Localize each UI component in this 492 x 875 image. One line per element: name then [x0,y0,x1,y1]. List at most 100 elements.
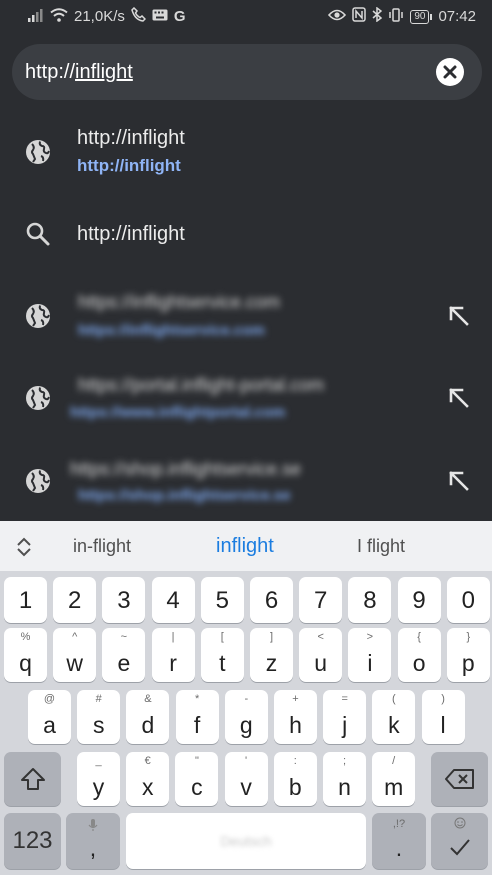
key-label: s [92,712,105,738]
period-key[interactable]: ,!? . [372,813,426,869]
globe-icon [26,386,50,410]
key-2[interactable]: 2 [53,577,97,623]
key-label: p [461,650,475,676]
key-label: n [338,774,351,800]
key-alt-label: | [171,631,175,643]
key-label: 2 [68,587,82,614]
globe-icon [26,304,50,328]
key-j[interactable]: = j [323,690,367,744]
bluetooth-icon [372,6,383,26]
nfc-icon [352,7,367,26]
status-bar: 21,0K/s G 90 07:42 [0,0,492,34]
key-k[interactable]: (k [372,690,416,744]
key-3[interactable]: 3 [102,577,146,623]
key-alt-label: > [366,631,374,643]
url-selected-text: inflight [75,61,133,83]
globe-icon [26,140,50,164]
key-9[interactable]: 9 [397,577,441,623]
globe-icon [26,469,50,493]
backspace-key[interactable] [431,752,488,806]
search-icon [26,222,50,246]
url-bar[interactable]: http://inflight [12,44,482,100]
arrow-up-left-icon[interactable] [446,303,472,329]
suggestion-url: https://inflightservice.com [78,322,265,339]
keyboard-suggestion-primary[interactable]: inflight [216,535,274,558]
suggestion-title: https://shop.inflightservice.se [70,459,302,479]
key-label: z [265,650,278,676]
key-q[interactable]: % q [4,628,47,682]
clock: 07:42 [438,8,476,25]
key-d[interactable]: & d [126,690,170,744]
key-s[interactable]: # s [77,690,121,744]
key-0[interactable]: 0 [446,577,490,623]
keyboard-suggestion[interactable]: in-flight [73,536,131,557]
keyboard-suggestion[interactable]: I flight [357,536,405,557]
key-6[interactable]: 6 [250,577,293,623]
arrow-up-left-icon[interactable] [446,385,472,411]
arrow-up-left-icon[interactable] [446,468,472,494]
key-m[interactable]: / m [372,752,416,806]
backspace-icon [444,769,474,789]
space-language-label: Deutsch [220,833,272,849]
key-y[interactable]: _ y [77,752,120,806]
key-label: y [92,774,105,800]
key-alt-label: ( [392,693,396,705]
key-alt-label: ~ [120,631,128,643]
key-e[interactable]: ~ e [102,628,146,682]
suggestion-row[interactable]: https://portal.inflight-portal.com https… [0,366,492,432]
key-5[interactable]: 5 [200,577,244,623]
space-key[interactable]: Deutsch [126,813,366,869]
key-f[interactable]: * f [175,690,219,744]
key-alt-label: * [194,693,200,705]
key-alt-label: + [292,693,299,705]
key-alt-label: ) [441,693,445,705]
key-v[interactable]: ' v [224,752,268,806]
key-l[interactable]: ) l [421,690,465,744]
key-i[interactable]: > i [348,628,392,682]
key-r[interactable]: | r [151,628,195,682]
key-8[interactable]: 8 [348,577,392,623]
key-1[interactable]: 1 [4,577,47,623]
expand-icon[interactable] [12,535,36,559]
key-label: 4 [166,587,180,614]
key-b[interactable]: :b [273,752,317,806]
key-w[interactable]: ^ w [53,628,97,682]
key-o[interactable]: {o [397,628,441,682]
url-input[interactable]: http://inflight [25,61,133,84]
key-t[interactable]: [t [200,628,244,682]
key-label: e [117,650,131,676]
suggestion-row[interactable]: https://inflightservice.com https://infl… [0,284,492,350]
symbols-key[interactable]: 123 [4,813,61,869]
key-h[interactable]: + h [274,690,317,744]
comma-key[interactable]: , [66,813,120,869]
suggestion-url: https://www.inflightportal.com [70,404,286,421]
suggestion-title: https://inflightservice.com [78,292,281,312]
key-label: m [384,774,404,800]
suggestion-row[interactable]: http://inflight http://inflight [0,118,492,188]
key-c[interactable]: " c [175,752,219,806]
enter-key[interactable] [431,813,488,869]
key-a[interactable]: @ a [28,690,71,744]
key-label: l [440,712,446,738]
key-z[interactable]: ] z [250,628,293,682]
wifi-icon [50,7,68,26]
key-n[interactable]: ; n [323,752,366,806]
keyboard-suggestion-bar: in-flight inflight I flight [0,521,492,571]
clear-button[interactable] [436,58,464,86]
key-alt-label: } [466,631,471,643]
key-p[interactable]: } p [446,628,490,682]
key-u[interactable]: < u [299,628,343,682]
suggestion-row[interactable]: https://shop.inflightservice.se https://… [0,450,492,516]
key-g[interactable]: -g [224,690,268,744]
key-alt-label: [ [220,631,224,643]
key-7[interactable]: 7 [299,577,343,623]
key-x[interactable]: € x [126,752,170,806]
key-label: r [169,650,177,676]
key-4[interactable]: 4 [151,577,195,623]
key-label: w [66,650,83,676]
suggestion-row[interactable]: http://inflight [0,204,492,264]
key-alt-label: ] [269,631,274,643]
suggestion-url: https://shop.inflightservice.se [78,487,291,504]
shift-key[interactable] [4,752,61,806]
key-label: j [342,712,348,738]
